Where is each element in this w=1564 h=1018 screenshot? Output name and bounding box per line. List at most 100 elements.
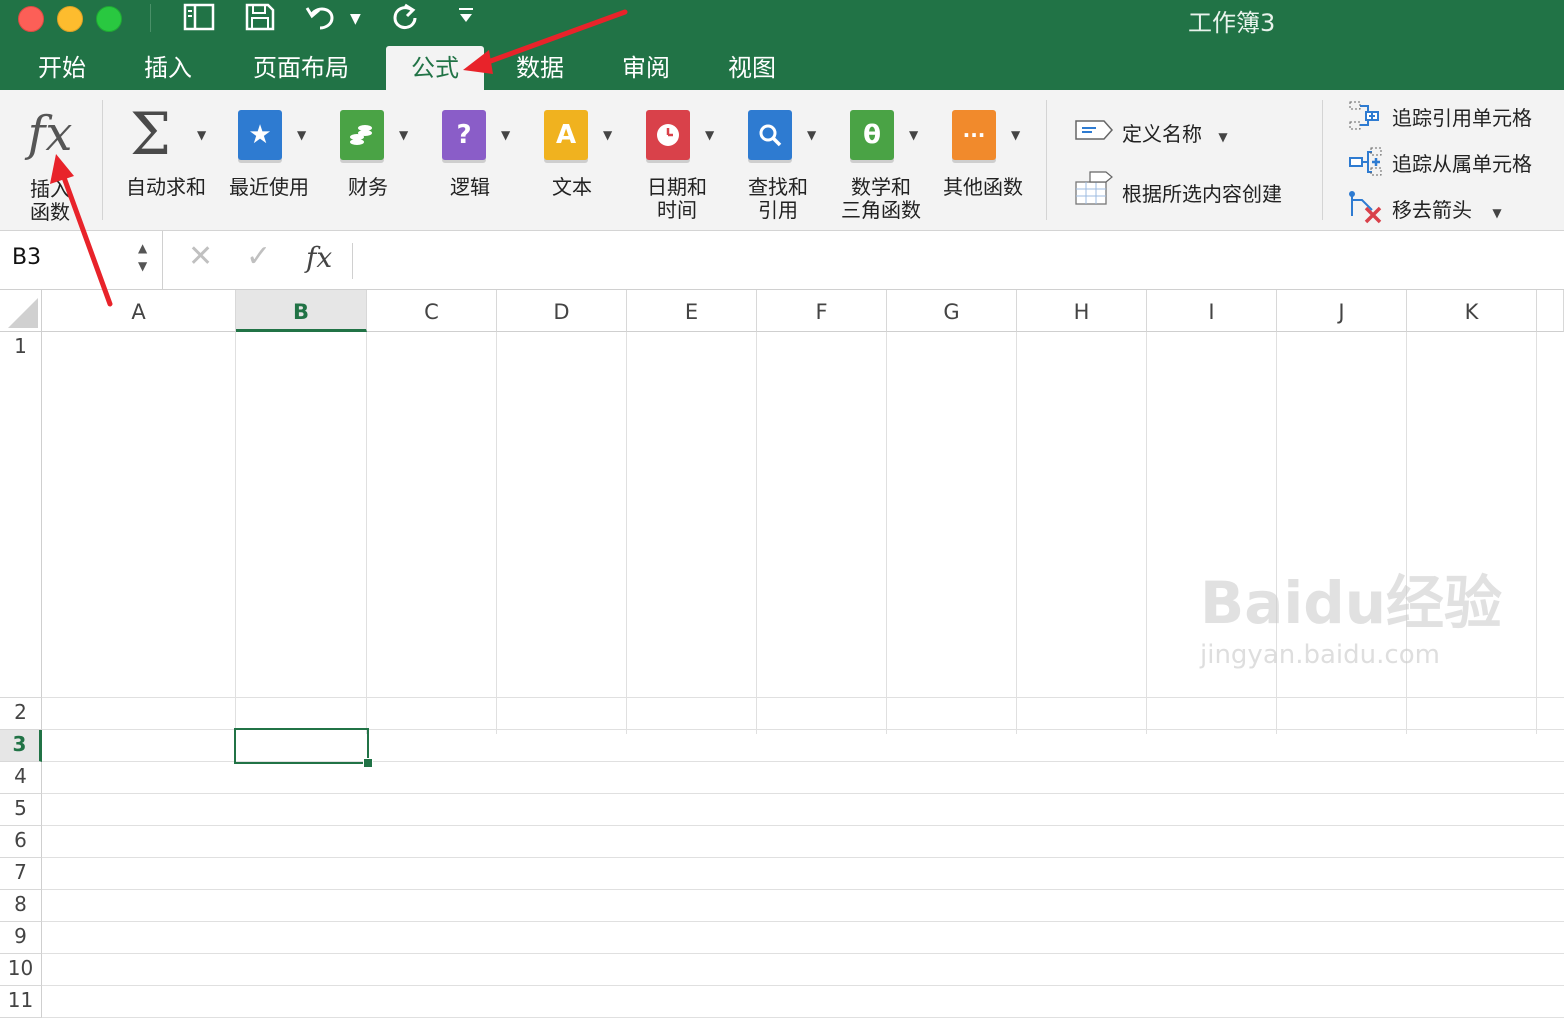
trace-dependents-icon bbox=[1349, 147, 1382, 176]
row-header-5[interactable]: 5 bbox=[0, 794, 42, 826]
define-name-dropdown-icon[interactable]: ▼ bbox=[1218, 130, 1227, 144]
tab-insert[interactable]: 插入 bbox=[126, 46, 210, 90]
math-label-2: 三角函数 bbox=[841, 198, 921, 222]
ribbon-divider bbox=[1046, 100, 1047, 220]
row-gridline bbox=[42, 825, 1564, 826]
watermark-logo: Baidu经验 bbox=[1200, 569, 1503, 637]
logic-dropdown-icon[interactable]: ▼ bbox=[501, 128, 510, 142]
row-gridline bbox=[42, 921, 1564, 922]
remove-arrows-label: 移去箭头 bbox=[1392, 198, 1472, 222]
lookup-dropdown-icon[interactable]: ▼ bbox=[807, 128, 816, 142]
row-header-2[interactable]: 2 bbox=[0, 698, 42, 730]
column-header-g[interactable]: G bbox=[887, 290, 1017, 332]
other-dropdown-icon[interactable]: ▼ bbox=[1011, 128, 1020, 142]
column-header-i[interactable]: I bbox=[1147, 290, 1277, 332]
undo-dropdown-icon[interactable]: ▼ bbox=[350, 4, 361, 34]
lookup-label-2: 引用 bbox=[758, 198, 798, 222]
column-gridline bbox=[366, 332, 367, 734]
column-header-c[interactable]: C bbox=[367, 290, 497, 332]
column-header-b[interactable]: B bbox=[236, 290, 367, 332]
row-header-10[interactable]: 10 bbox=[0, 954, 42, 986]
create-from-selection-icon bbox=[1075, 171, 1113, 205]
annotation-arrow-insert-function bbox=[50, 154, 113, 307]
more-functions-button[interactable]: 其他函数 bbox=[936, 176, 1030, 199]
lookup-reference-button[interactable]: 查找和 引用 bbox=[738, 176, 818, 222]
column-header-f[interactable]: F bbox=[757, 290, 887, 332]
create-from-selection-button[interactable]: 根据所选内容创建 bbox=[1122, 178, 1282, 207]
date-time-button[interactable]: 日期和 时间 bbox=[636, 176, 718, 222]
column-gridline bbox=[1146, 332, 1147, 734]
row-header-8[interactable]: 8 bbox=[0, 890, 42, 922]
define-name-label: 定义名称 bbox=[1122, 122, 1202, 146]
tab-page-layout[interactable]: 页面布局 bbox=[236, 46, 366, 90]
formula-input[interactable] bbox=[362, 241, 1552, 279]
baidu-jingyan-watermark: Baidu经验 jingyan.baidu.com bbox=[1200, 568, 1560, 698]
formula-fx-icon[interactable]: fx bbox=[306, 241, 332, 274]
redo-icon[interactable] bbox=[390, 2, 420, 32]
minimize-window-button[interactable] bbox=[57, 6, 83, 32]
row-gridline bbox=[42, 857, 1564, 858]
zoom-window-button[interactable] bbox=[96, 6, 122, 32]
save-icon[interactable] bbox=[244, 2, 276, 32]
row-header-4[interactable]: 4 bbox=[0, 762, 42, 794]
tab-view[interactable]: 视图 bbox=[710, 46, 794, 90]
toolbar-divider bbox=[150, 4, 151, 32]
autosum-button[interactable]: Σ 自动求和 bbox=[118, 102, 214, 212]
column-header-h[interactable]: H bbox=[1017, 290, 1147, 332]
date-time-label-2: 时间 bbox=[657, 198, 697, 222]
ribbon-divider bbox=[1322, 100, 1323, 220]
remove-arrows-dropdown-icon[interactable]: ▼ bbox=[1492, 206, 1501, 220]
define-name-button[interactable]: 定义名称 ▼ bbox=[1122, 118, 1228, 147]
fill-handle[interactable] bbox=[363, 758, 373, 768]
text-dropdown-icon[interactable]: ▼ bbox=[603, 128, 612, 142]
enter-icon[interactable]: ✓ bbox=[246, 239, 271, 274]
row-header-9[interactable]: 9 bbox=[0, 922, 42, 954]
row-gridline bbox=[42, 889, 1564, 890]
undo-icon[interactable] bbox=[304, 2, 340, 32]
logical-button[interactable]: 逻辑 bbox=[432, 176, 508, 199]
more-functions-icon: ··· bbox=[952, 110, 996, 160]
sidebar-icon[interactable] bbox=[182, 2, 216, 32]
row-header-3[interactable]: 3 bbox=[0, 730, 42, 762]
trace-precedents-icon bbox=[1349, 101, 1379, 130]
autosum-label: 自动求和 bbox=[126, 175, 206, 199]
finance-dropdown-icon[interactable]: ▼ bbox=[399, 128, 408, 142]
trace-precedents-button[interactable]: 追踪引用单元格 bbox=[1392, 102, 1532, 131]
ribbon-formulas: fx 插入 函数 Σ 自动求和 ▼ ★ ▼ 最近使用 ▼ 财务 ? ▼ 逻辑 A… bbox=[0, 90, 1564, 231]
column-header-k[interactable]: K bbox=[1407, 290, 1537, 332]
row-header-7[interactable]: 7 bbox=[0, 858, 42, 890]
datetime-dropdown-icon[interactable]: ▼ bbox=[705, 128, 714, 142]
cancel-icon[interactable]: ✕ bbox=[188, 239, 213, 274]
recent-dropdown-icon[interactable]: ▼ bbox=[297, 128, 306, 142]
row-header-11[interactable]: 11 bbox=[0, 986, 42, 1018]
recently-used-button[interactable]: 最近使用 bbox=[222, 176, 316, 199]
tab-home[interactable]: 开始 bbox=[20, 46, 104, 90]
question-icon: ? bbox=[442, 110, 486, 160]
window-title: 工作簿3 bbox=[1188, 9, 1276, 37]
autosum-dropdown-icon[interactable]: ▼ bbox=[197, 128, 206, 142]
formula-bar: B3 ▲ ▼ ✕ ✓ fx bbox=[0, 231, 1564, 290]
column-gridline bbox=[756, 332, 757, 734]
text-button[interactable]: 文本 bbox=[534, 176, 610, 199]
selected-cell-b3[interactable] bbox=[234, 728, 369, 764]
formula-bar-divider bbox=[352, 243, 353, 279]
row-gridline bbox=[42, 985, 1564, 986]
math-trig-button[interactable]: 数学和 三角函数 bbox=[832, 176, 930, 222]
coins-icon bbox=[340, 110, 384, 160]
star-icon: ★ bbox=[238, 110, 282, 160]
row-gridline bbox=[42, 953, 1564, 954]
row-header-1[interactable]: 1 bbox=[0, 332, 42, 698]
remove-arrows-button[interactable]: 移去箭头 ▼ bbox=[1392, 194, 1502, 223]
column-gridline bbox=[886, 332, 887, 734]
finance-button[interactable]: 财务 bbox=[330, 176, 406, 199]
column-header-j[interactable]: J bbox=[1277, 290, 1407, 332]
name-box-stepper[interactable]: ▲ ▼ bbox=[138, 239, 147, 275]
row-header-6[interactable]: 6 bbox=[0, 826, 42, 858]
column-header-overflow bbox=[1537, 290, 1564, 332]
row-gridline bbox=[42, 793, 1564, 794]
trace-dependents-button[interactable]: 追踪从属单元格 bbox=[1392, 148, 1532, 177]
column-header-d[interactable]: D bbox=[497, 290, 627, 332]
column-header-e[interactable]: E bbox=[627, 290, 757, 332]
title-bar: ▼ 工作簿3 开始 插入 页面布局 公式 数据 审阅 视图 bbox=[0, 0, 1564, 90]
math-dropdown-icon[interactable]: ▼ bbox=[909, 128, 918, 142]
